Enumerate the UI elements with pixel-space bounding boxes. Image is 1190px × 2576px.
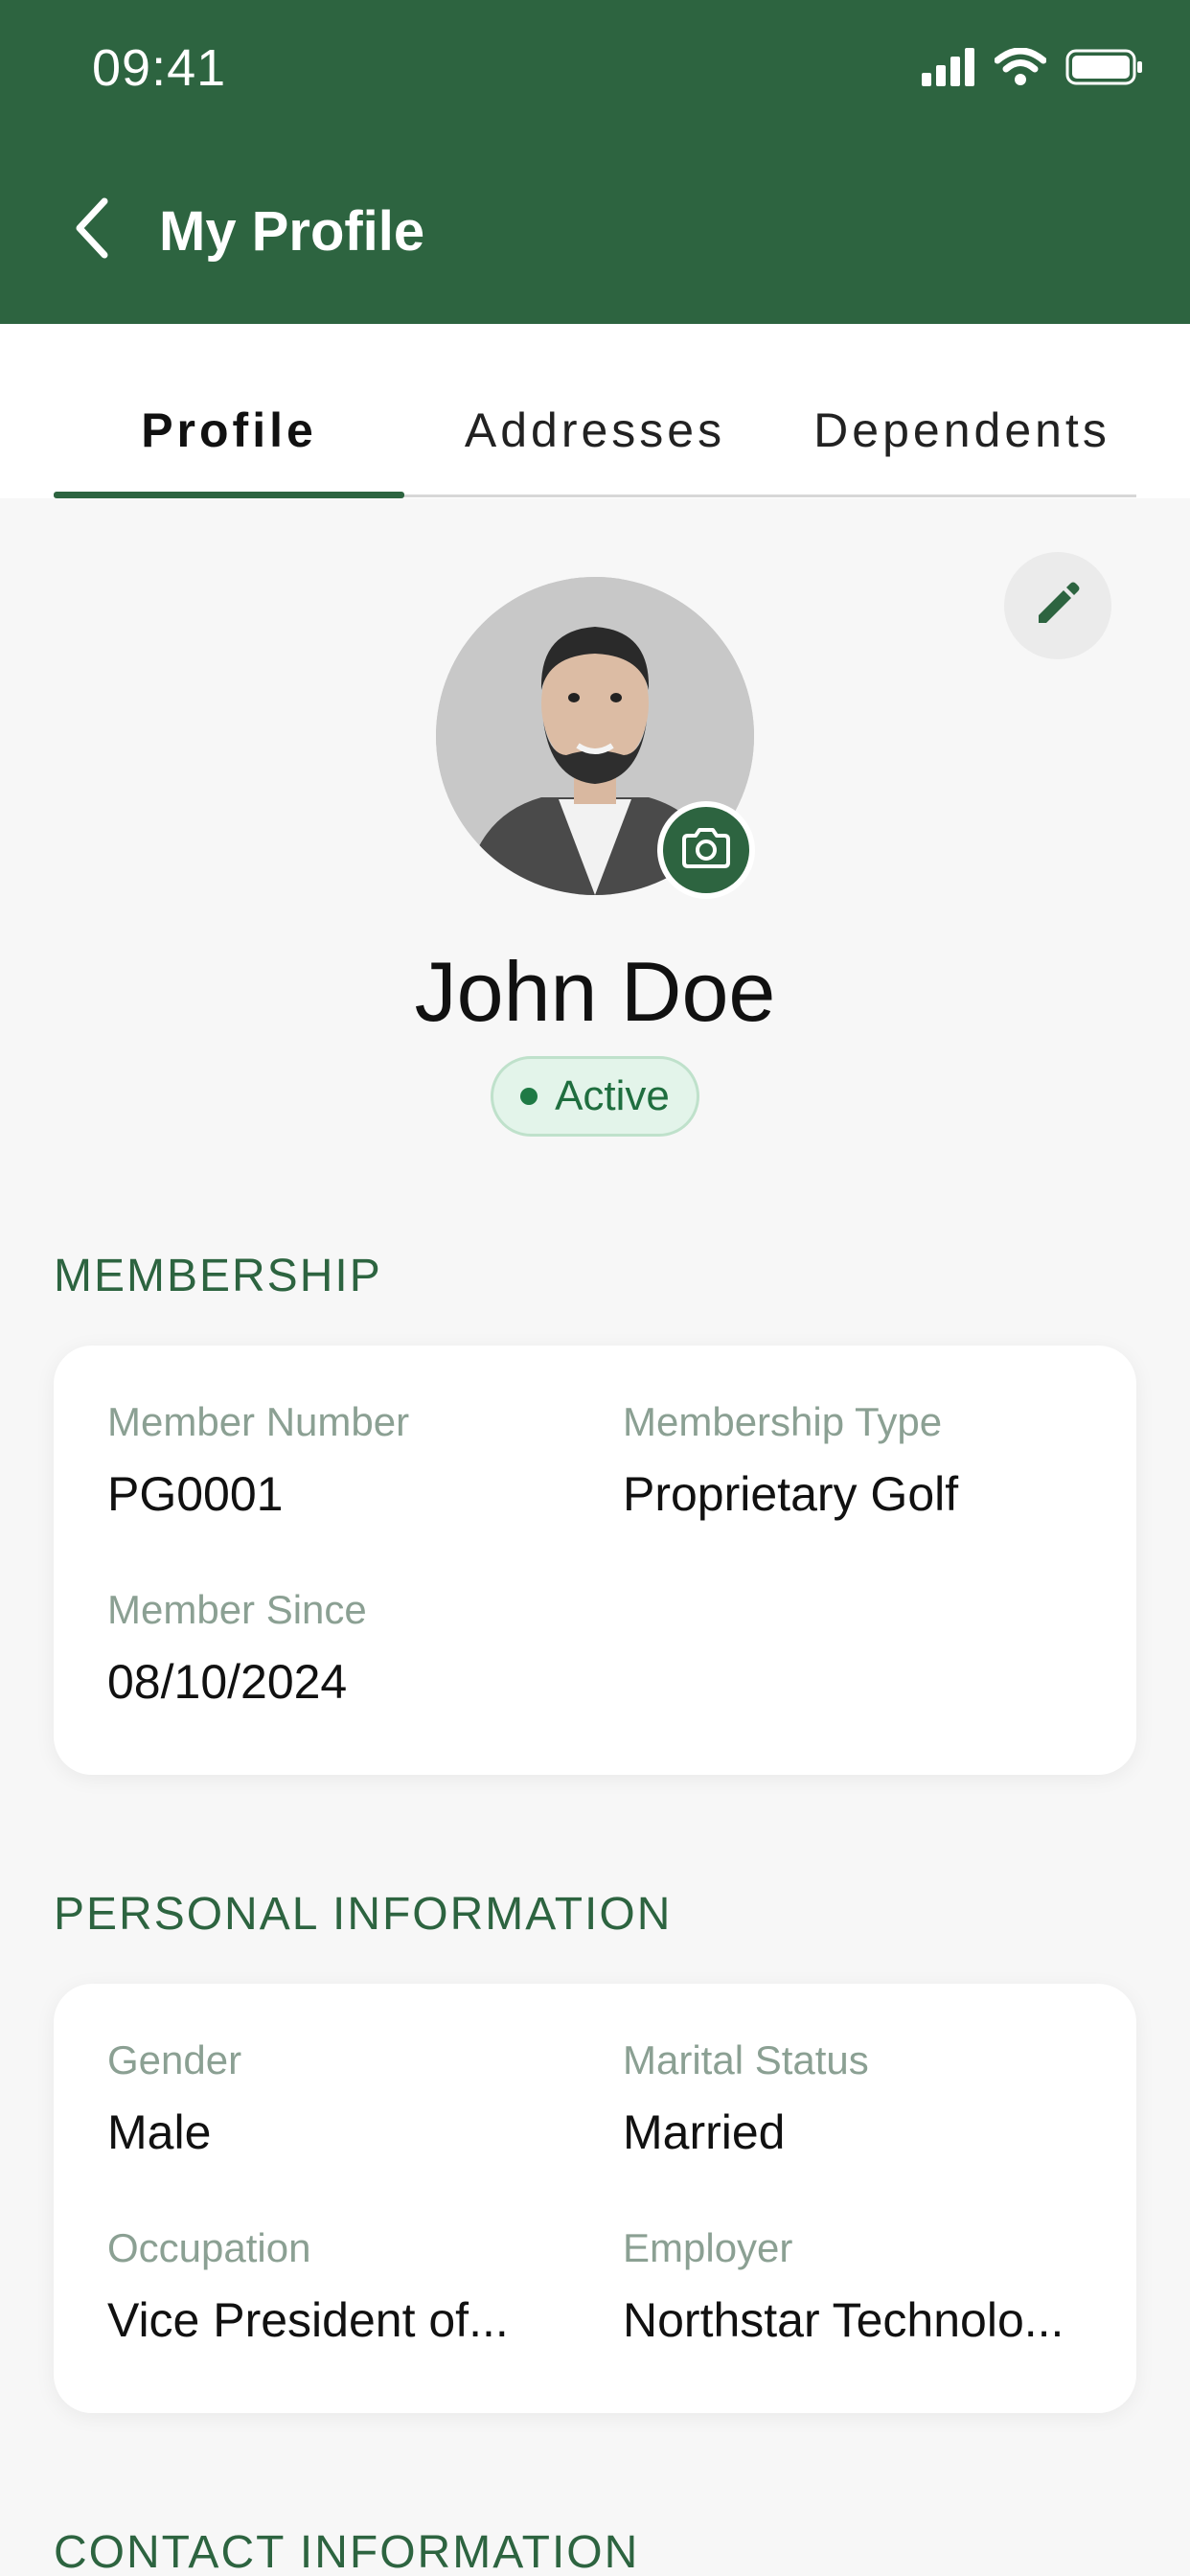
pencil-icon [1031, 577, 1085, 635]
status-dot [520, 1088, 538, 1105]
field-value: 08/10/2024 [107, 1655, 348, 1709]
field-label: Membership Type [623, 1399, 943, 1444]
member-since-field: Member Since 08/10/2024 [107, 1587, 367, 1710]
member-number-field: Member Number PG0001 [107, 1399, 409, 1522]
app-header: 09:41 My Profile [0, 0, 1190, 324]
status-icons [922, 47, 1144, 91]
membership-section-title: MEMBERSHIP [54, 1251, 382, 1301]
field-label: Gender [107, 2037, 242, 2082]
status-time: 09:41 [92, 39, 227, 97]
field-value: PG0001 [107, 1467, 284, 1521]
gender-field: Gender Male [107, 2037, 241, 2160]
field-value: Vice President of... [107, 2293, 509, 2347]
contact-section-title: CONTACT INFORMATION [54, 2527, 640, 2576]
personal-section-title: PERSONAL INFORMATION [54, 1889, 673, 1940]
employer-field: Employer Northstar Technolo... [623, 2225, 1064, 2348]
tab-dependents[interactable]: Dependents [788, 402, 1136, 458]
tab-profile[interactable]: Profile [54, 402, 404, 458]
field-label: Member Number [107, 1399, 410, 1444]
occupation-field: Occupation Vice President of... [107, 2225, 509, 2348]
membership-card: Member Number PG0001 Membership Type Pro… [54, 1346, 1136, 1775]
membership-type-field: Membership Type Proprietary Golf [623, 1399, 958, 1522]
field-label: Employer [623, 2225, 793, 2270]
back-button[interactable] [57, 192, 125, 268]
field-label: Member Since [107, 1587, 367, 1632]
field-value: Proprietary Golf [623, 1467, 959, 1521]
camera-icon [680, 826, 732, 875]
page-title: My Profile [159, 200, 425, 263]
signal-icon [922, 48, 975, 91]
edit-profile-button[interactable] [1004, 552, 1111, 659]
tab-bar: Profile Addresses Dependents [0, 324, 1190, 498]
field-label: Marital Status [623, 2037, 869, 2082]
field-label: Occupation [107, 2225, 311, 2270]
chevron-left-icon [72, 197, 110, 264]
wifi-icon [994, 47, 1047, 91]
status-text: Active [555, 1072, 670, 1119]
personal-info-card: Gender Male Marital Status Married Occup… [54, 1984, 1136, 2413]
field-value: Married [623, 2105, 786, 2159]
field-value: Male [107, 2105, 212, 2159]
change-photo-button[interactable] [657, 801, 755, 899]
profile-name: John Doe [414, 944, 776, 1039]
active-tab-indicator [54, 492, 404, 498]
battery-icon [1065, 48, 1144, 91]
marital-status-field: Marital Status Married [623, 2037, 869, 2160]
field-value: Northstar Technolo... [623, 2293, 1064, 2347]
tab-addresses[interactable]: Addresses [422, 402, 768, 458]
status-badge: Active [491, 1056, 699, 1137]
